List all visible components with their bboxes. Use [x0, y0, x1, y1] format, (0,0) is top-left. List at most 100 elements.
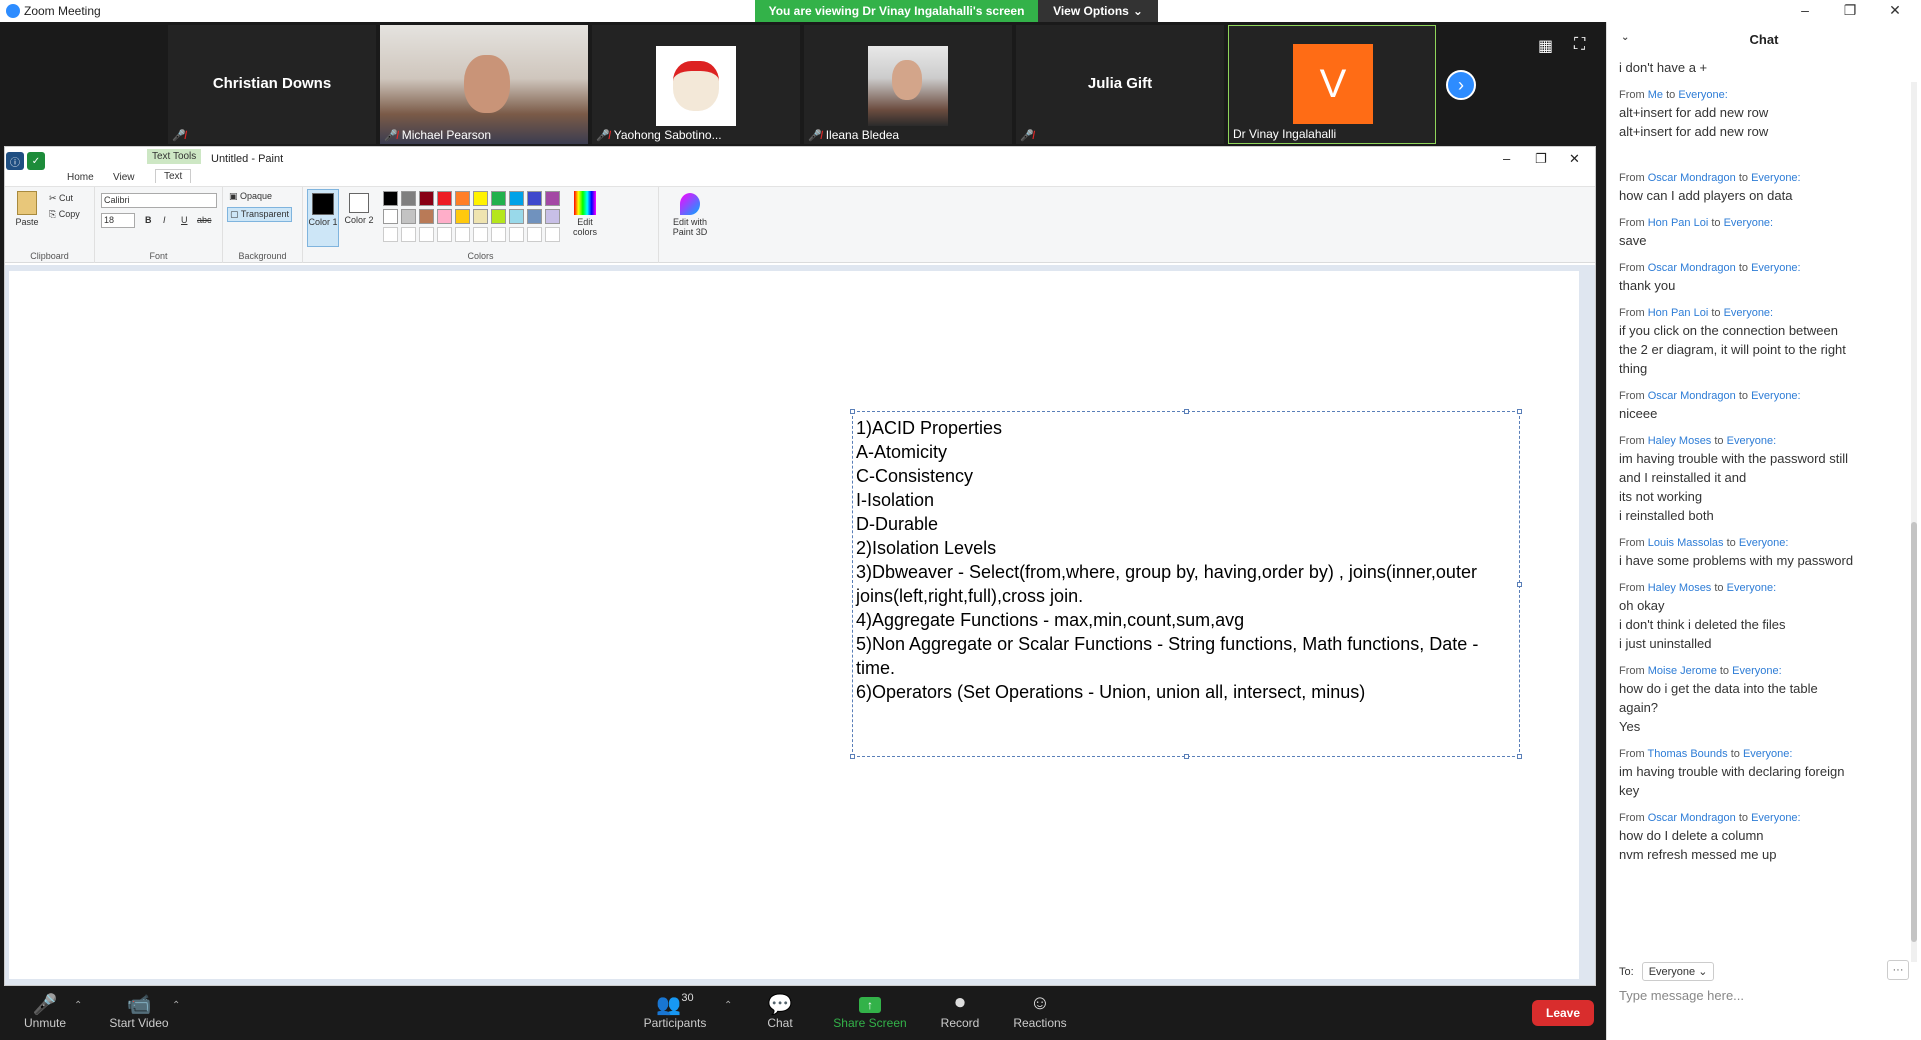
drawing-canvas[interactable]: 1)ACID Properties A-Atomicity C-Consistenc…	[9, 271, 1579, 979]
participant-tile[interactable]: 🎤̸ Yaohong Sabotino...	[592, 25, 800, 144]
record-button[interactable]: ⏺ Record	[935, 992, 985, 1030]
empty-color-swatch[interactable]	[437, 227, 452, 242]
next-page-button[interactable]: ›	[1446, 70, 1476, 100]
color-swatch[interactable]	[527, 209, 542, 224]
copy-button[interactable]: ⎘ Copy	[49, 209, 80, 220]
minimize-icon[interactable]: –	[1790, 2, 1820, 18]
start-video-button[interactable]: 📹 Start Video	[104, 992, 174, 1030]
color-swatch[interactable]	[401, 191, 416, 206]
cut-button[interactable]: ✂ Cut	[49, 193, 73, 204]
maximize-icon[interactable]: ❐	[1835, 2, 1865, 19]
color-swatch[interactable]	[401, 209, 416, 224]
view-options-button[interactable]: View Options ⌄	[1038, 0, 1158, 22]
participant-tile[interactable]: Christian Downs 🎤̸	[168, 25, 376, 144]
chevron-up-icon[interactable]: ⌃	[74, 1000, 82, 1011]
tab-view[interactable]: View	[113, 172, 135, 183]
color-swatch[interactable]	[545, 209, 560, 224]
dog-image-icon	[673, 61, 719, 111]
more-options-button[interactable]: ···	[1887, 960, 1909, 980]
empty-color-swatch[interactable]	[545, 227, 560, 242]
text-content[interactable]: 1)ACID Properties A-Atomicity C-Consistenc…	[856, 416, 1516, 704]
edit-colors-button[interactable]: Edit colors	[567, 191, 603, 237]
color-swatch[interactable]	[509, 191, 524, 206]
empty-color-swatch[interactable]	[419, 227, 434, 242]
chat-message-input[interactable]	[1619, 988, 1899, 1003]
chevron-up-icon[interactable]: ⌃	[724, 1000, 732, 1011]
resize-handle[interactable]	[1184, 409, 1189, 414]
color-swatch[interactable]	[473, 191, 488, 206]
resize-handle[interactable]	[1517, 582, 1522, 587]
bold-button[interactable]: B	[145, 215, 152, 225]
color-swatch[interactable]	[383, 209, 398, 224]
close-icon[interactable]: ✕	[1880, 2, 1910, 19]
recipient-select[interactable]: Everyone ⌄	[1641, 962, 1715, 981]
font-size-select[interactable]: 18	[101, 213, 135, 228]
color-swatch[interactable]	[491, 209, 506, 224]
chat-button[interactable]: 💬 Chat	[760, 992, 800, 1030]
share-screen-button[interactable]: ↑ Share Screen	[830, 992, 910, 1030]
resize-handle[interactable]	[1517, 754, 1522, 759]
color-2-button[interactable]: Color 2	[343, 189, 375, 247]
color-swatch[interactable]	[491, 191, 506, 206]
color-swatch[interactable]	[419, 209, 434, 224]
empty-color-swatch[interactable]	[401, 227, 416, 242]
participants-button[interactable]: 👥30 Participants	[640, 992, 710, 1030]
opaque-button[interactable]: ▣ Opaque	[229, 191, 272, 202]
to-label: to	[1716, 665, 1733, 677]
resize-handle[interactable]	[1517, 409, 1522, 414]
resize-handle[interactable]	[1184, 754, 1189, 759]
chat-scrollbar[interactable]	[1911, 82, 1917, 962]
info-icon[interactable]: ⓘ	[6, 152, 24, 170]
paint-close-icon[interactable]: ✕	[1569, 151, 1580, 167]
reactions-button[interactable]: ☺ Reactions	[1010, 992, 1070, 1030]
color-swatch[interactable]	[473, 209, 488, 224]
participant-tile-active[interactable]: V Dr Vinay Ingalahalli	[1228, 25, 1436, 144]
empty-color-swatch[interactable]	[383, 227, 398, 242]
chat-message: From Haley Moses to Everyone: im having t…	[1619, 435, 1907, 525]
chevron-up-icon[interactable]: ⌃	[172, 1000, 180, 1011]
tab-home[interactable]: Home	[67, 172, 94, 183]
italic-button[interactable]: I	[163, 215, 166, 225]
unmute-button[interactable]: 🎤 Unmute	[20, 992, 70, 1030]
participant-tile[interactable]: 🎤̸ Michael Pearson	[380, 25, 588, 144]
transparent-button[interactable]: ▢ Transparent	[227, 207, 293, 222]
color-swatch[interactable]	[437, 209, 452, 224]
paint-3d-button[interactable]: Edit with Paint 3D	[665, 193, 715, 237]
scrollbar-thumb[interactable]	[1911, 522, 1917, 942]
color-swatch[interactable]	[383, 191, 398, 206]
paint-minimize-icon[interactable]: –	[1503, 151, 1510, 166]
resize-handle[interactable]	[850, 754, 855, 759]
to-label: to	[1711, 435, 1727, 447]
participant-name: Yaohong Sabotino...	[613, 128, 722, 142]
color-swatch[interactable]	[437, 191, 452, 206]
color-swatch[interactable]	[455, 191, 470, 206]
color-swatch[interactable]	[509, 209, 524, 224]
message-text: alt+insert for add new row	[1619, 124, 1769, 139]
participant-tile[interactable]: Julia Gift 🎤̸	[1016, 25, 1224, 144]
text-box[interactable]: 1)ACID Properties A-Atomicity C-Consistenc…	[850, 409, 1522, 759]
underline-button[interactable]: U	[181, 215, 188, 225]
leave-button[interactable]: Leave	[1532, 1000, 1594, 1026]
shield-icon[interactable]: ✓	[27, 152, 45, 170]
empty-color-swatch[interactable]	[527, 227, 542, 242]
paint-maximize-icon[interactable]: ❐	[1535, 151, 1547, 167]
empty-color-swatch[interactable]	[509, 227, 524, 242]
empty-color-swatch[interactable]	[491, 227, 506, 242]
paste-button[interactable]: Paste	[15, 191, 39, 227]
color-swatch[interactable]	[419, 191, 434, 206]
fullscreen-icon[interactable]: ⛶	[1574, 36, 1585, 54]
color-swatch[interactable]	[545, 191, 560, 206]
text-line: C-Consistency	[856, 466, 974, 486]
empty-color-swatch[interactable]	[455, 227, 470, 242]
participant-tile[interactable]: 🎤̸ Ileana Bledea	[804, 25, 1012, 144]
font-family-select[interactable]: Calibri	[101, 193, 217, 208]
strikethrough-button[interactable]: abc	[197, 215, 212, 225]
empty-color-swatch[interactable]	[473, 227, 488, 242]
chevron-down-icon[interactable]: ⌄	[1621, 32, 1629, 43]
color-swatch[interactable]	[527, 191, 542, 206]
color-1-button[interactable]: Color 1	[307, 189, 339, 247]
layout-icon[interactable]: ▦	[1538, 36, 1553, 56]
tab-text[interactable]: Text	[155, 169, 192, 183]
resize-handle[interactable]	[850, 409, 855, 414]
color-swatch[interactable]	[455, 209, 470, 224]
